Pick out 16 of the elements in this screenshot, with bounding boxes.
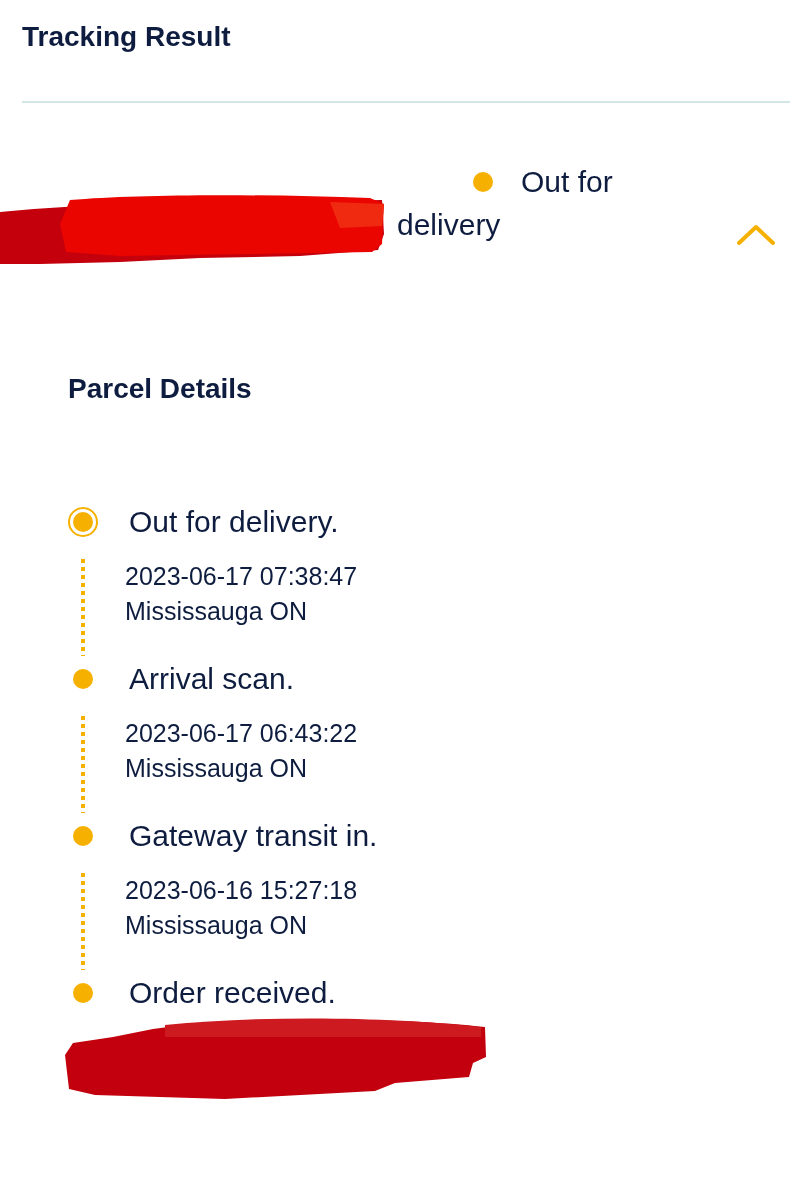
section-heading: Parcel Details (68, 372, 252, 406)
event-datetime: 2023-06-17 06:43:22 (125, 718, 358, 749)
chevron-up-icon (736, 224, 776, 246)
event-location: Mississauga ON (125, 596, 308, 627)
event-title: Gateway transit in. (129, 818, 378, 854)
event-datetime: 2023-06-17 07:38:47 (125, 561, 358, 592)
collapse-toggle[interactable] (735, 222, 777, 248)
shipment-status: delivery (397, 207, 501, 243)
event-title: Out for delivery. (129, 504, 339, 540)
event-datetime: 2023-06-16 15:27:18 (125, 875, 358, 906)
event-title: Order received. (129, 975, 336, 1011)
shipment-status: Out for (521, 164, 613, 200)
event-location: Mississauga ON (125, 753, 308, 784)
event-title: Arrival scan. (129, 661, 295, 697)
page-title: Tracking Result (22, 20, 231, 54)
event-location: Mississauga ON (125, 910, 308, 941)
